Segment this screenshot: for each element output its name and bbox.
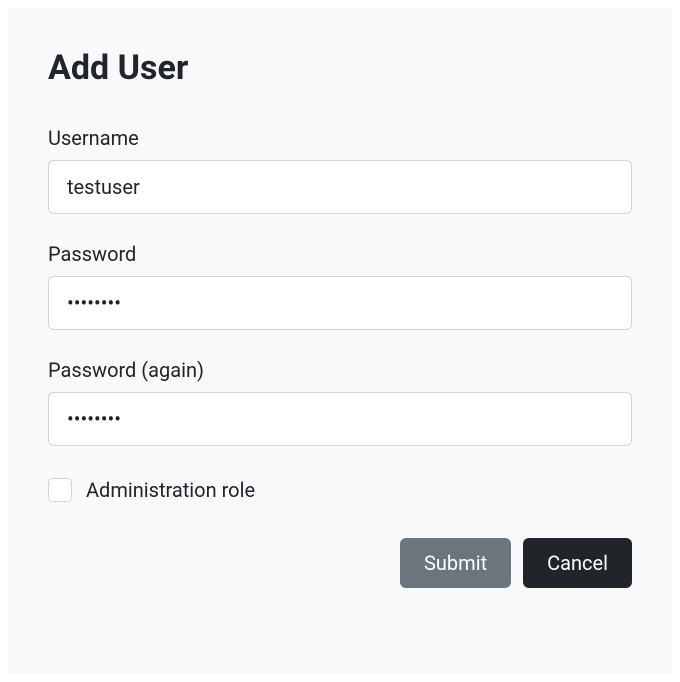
password-label: Password bbox=[48, 242, 632, 266]
username-input[interactable] bbox=[48, 160, 632, 214]
button-row: Submit Cancel bbox=[48, 538, 632, 588]
password-again-group: Password (again) bbox=[48, 358, 632, 446]
submit-button[interactable]: Submit bbox=[400, 538, 511, 588]
password-again-label: Password (again) bbox=[48, 358, 632, 382]
page-title: Add User bbox=[48, 48, 632, 88]
password-again-input[interactable] bbox=[48, 392, 632, 446]
admin-role-group: Administration role bbox=[48, 478, 632, 502]
add-user-panel: Add User Username Password Password (aga… bbox=[8, 8, 672, 674]
cancel-button[interactable]: Cancel bbox=[523, 538, 632, 588]
username-group: Username bbox=[48, 126, 632, 214]
admin-role-checkbox[interactable] bbox=[48, 478, 72, 502]
password-input[interactable] bbox=[48, 276, 632, 330]
username-label: Username bbox=[48, 126, 632, 150]
password-group: Password bbox=[48, 242, 632, 330]
admin-role-label: Administration role bbox=[86, 478, 255, 502]
